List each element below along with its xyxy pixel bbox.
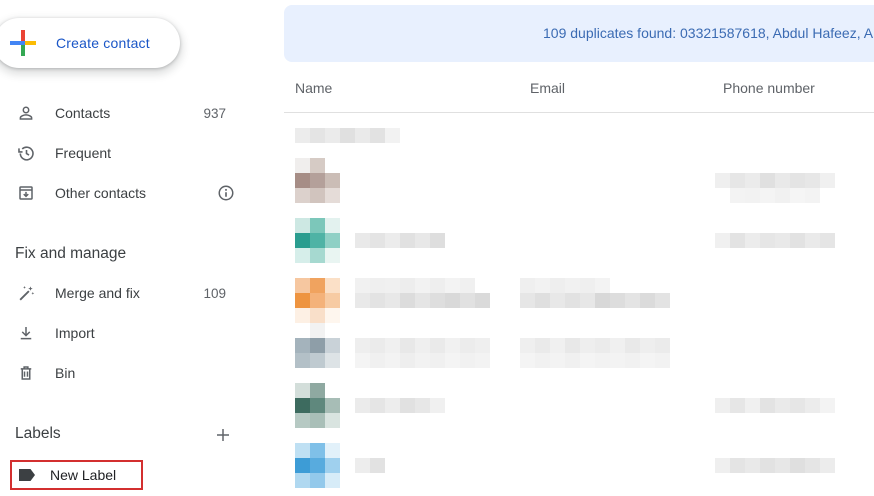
column-header-name[interactable]: Name <box>295 80 332 96</box>
create-contact-label: Create contact <box>56 35 150 51</box>
header-divider <box>284 112 874 113</box>
contacts-count: 937 <box>203 105 226 121</box>
fix-and-manage-heading: Fix and manage <box>15 245 127 262</box>
column-header-email[interactable]: Email <box>530 80 565 96</box>
add-label-icon[interactable] <box>212 424 234 446</box>
plus-icon <box>10 30 36 56</box>
info-icon[interactable] <box>216 183 236 203</box>
sidebar-item-label: Frequent <box>55 145 112 161</box>
sidebar-item-import[interactable]: Import <box>0 313 250 353</box>
download-icon <box>15 322 37 344</box>
sidebar-item-label: Import <box>55 325 95 341</box>
sidebar-item-label: Other contacts <box>55 185 147 201</box>
trash-icon <box>15 362 37 384</box>
sidebar-item-label: Contacts <box>55 105 111 121</box>
sidebar-item-merge-and-fix[interactable]: Merge and fix 109 <box>0 273 250 313</box>
sidebar-item-new-label[interactable]: New Label <box>10 460 143 490</box>
sidebar-item-label: Merge and fix <box>55 285 140 301</box>
sidebar-item-bin[interactable]: Bin <box>0 353 250 393</box>
sidebar-item-label: New Label <box>50 467 117 483</box>
merge-count: 109 <box>203 285 226 301</box>
person-icon <box>15 102 37 124</box>
sidebar-item-label: Bin <box>55 365 76 381</box>
sidebar-item-other-contacts[interactable]: Other contacts <box>0 173 250 213</box>
duplicates-banner-text: 109 duplicates found: 03321587618, Abdul… <box>543 25 874 41</box>
archive-icon <box>15 182 37 204</box>
labels-heading: Labels <box>15 425 61 442</box>
history-icon <box>15 142 37 164</box>
sidebar-item-frequent[interactable]: Frequent <box>0 133 250 173</box>
duplicates-banner[interactable]: 109 duplicates found: 03321587618, Abdul… <box>284 5 874 62</box>
sidebar-item-contacts[interactable]: Contacts 937 <box>0 93 250 133</box>
auto-fix-icon <box>15 282 37 304</box>
create-contact-button[interactable]: Create contact <box>0 18 180 68</box>
column-header-phone[interactable]: Phone number <box>723 80 815 96</box>
label-icon <box>18 468 36 482</box>
